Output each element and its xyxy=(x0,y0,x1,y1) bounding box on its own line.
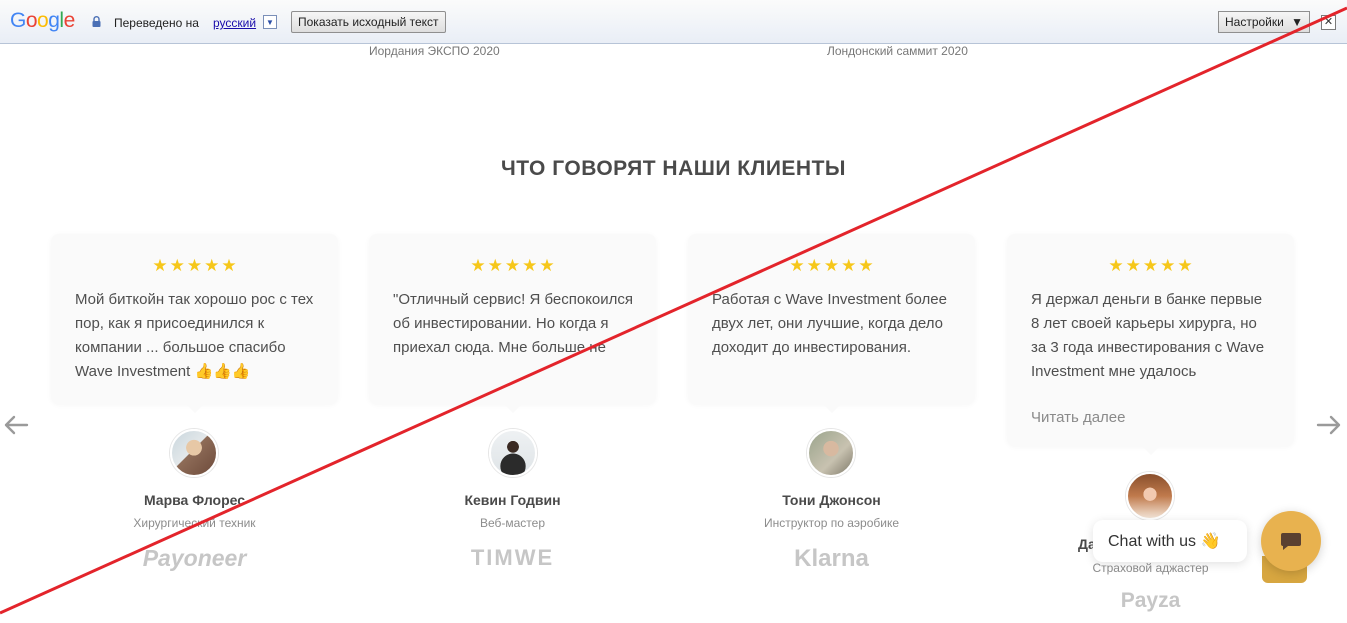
chat-button[interactable] xyxy=(1261,511,1321,571)
person-role: Страховой аджастер xyxy=(1092,561,1209,575)
chat-with-us-bubble[interactable]: Chat with us 👋 xyxy=(1093,520,1247,562)
avatar xyxy=(807,429,855,477)
translated-to-label: Переведено на xyxy=(114,16,199,30)
chat-icon xyxy=(1281,533,1301,550)
testimonial-quote: Мой биткойн так хорошо рос с тех пор, ка… xyxy=(75,291,314,380)
testimonial-quote: Работая с Wave Investment более двух лет… xyxy=(712,291,947,356)
company-logo: Payoneer xyxy=(142,545,247,571)
rating-stars: ★★★★★ xyxy=(152,256,239,275)
rating-stars: ★★★★★ xyxy=(470,256,557,275)
rating-stars: ★★★★★ xyxy=(1108,256,1195,275)
lock-icon xyxy=(92,16,101,27)
testimonial-card: ★★★★★ Мой биткойн так хорошо рос с тех п… xyxy=(51,234,338,413)
arrow-right-icon[interactable] xyxy=(1316,414,1342,436)
testimonial-quote: "Отличный сервис! Я беспокоился об инвес… xyxy=(393,291,634,356)
company-logo: Payza xyxy=(1120,589,1181,612)
settings-label: Настройки xyxy=(1225,15,1284,29)
settings-button[interactable]: Настройки ▼ xyxy=(1218,11,1310,33)
event-label-right: Лондонский саммит 2020 xyxy=(827,44,968,58)
person-role: Хирургический техник xyxy=(133,516,256,530)
show-original-button[interactable]: Показать исходный текст xyxy=(291,11,446,33)
arrow-left-icon[interactable] xyxy=(3,414,29,436)
section-title: ЧТО ГОВОРЯТ НАШИ КЛИЕНТЫ xyxy=(501,157,846,180)
person-role: Инструктор по аэробике xyxy=(764,516,899,530)
avatar xyxy=(1126,472,1174,520)
person-name: Марва Флорес xyxy=(143,492,246,508)
testimonial-quote: Я держал деньги в банке первые 8 лет сво… xyxy=(1031,291,1265,380)
rating-stars: ★★★★★ xyxy=(789,256,876,275)
company-logo: TIMWE xyxy=(470,545,555,570)
avatar xyxy=(170,429,218,477)
close-icon[interactable]: ✕ xyxy=(1321,15,1336,30)
language-dropdown-icon[interactable]: ▼ xyxy=(263,15,277,29)
language-link[interactable]: русский xyxy=(213,16,256,30)
testimonial-card: ★★★★★ Я держал деньги в банке первые 8 л… xyxy=(1007,234,1294,455)
chevron-down-icon: ▼ xyxy=(1291,15,1303,29)
testimonial-card: ★★★★★ Работая с Wave Investment более дв… xyxy=(688,234,975,413)
person-name: Тони Джонсон xyxy=(782,492,881,508)
translate-bar: Google Переведено на русский ▼ Показать … xyxy=(0,0,1347,44)
testimonial-card: ★★★★★ "Отличный сервис! Я беспокоился об… xyxy=(369,234,656,413)
event-label-left: Иордания ЭКСПО 2020 xyxy=(369,44,500,58)
person-role: Веб-мастер xyxy=(479,516,546,530)
person-name: Кевин Годвин xyxy=(464,492,561,508)
company-logo: Klarna xyxy=(794,545,869,572)
avatar xyxy=(489,429,537,477)
google-logo[interactable]: Google xyxy=(10,9,75,33)
read-more-link[interactable]: Читать далее xyxy=(1031,408,1272,428)
